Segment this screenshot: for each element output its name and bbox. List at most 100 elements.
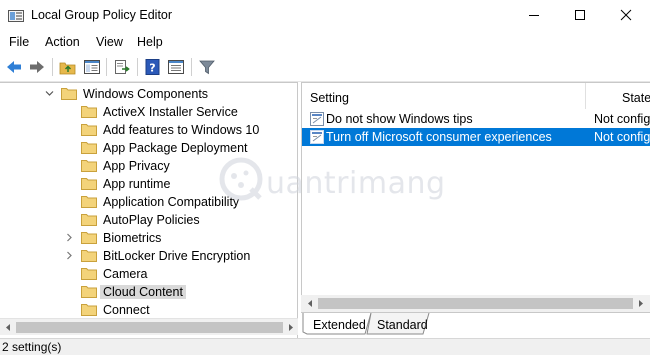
tree-item-windows-components[interactable]: Windows Components: [0, 85, 297, 103]
export-list-button[interactable]: [112, 57, 132, 77]
tree-item-label: Windows Components: [83, 87, 209, 101]
settings-horizontal-scrollbar[interactable]: [301, 295, 650, 312]
tree-item-activex-installer-service[interactable]: ActiveX Installer Service: [0, 103, 297, 121]
scroll-right-icon[interactable]: [637, 299, 645, 308]
maximize-icon: [575, 10, 585, 20]
up-one-level-button[interactable]: [58, 57, 78, 77]
setting-name: Turn off Microsoft consumer experiences: [326, 130, 552, 144]
folder-icon: [81, 124, 97, 136]
column-header-state[interactable]: State: [586, 83, 650, 109]
tree-item-connect[interactable]: Connect: [0, 301, 297, 319]
tree-item-bitlocker-drive-encryption[interactable]: BitLocker Drive Encryption: [0, 247, 297, 265]
help-icon: ?: [145, 59, 160, 75]
tab-label: Standard: [377, 318, 428, 332]
tree-item-add-features[interactable]: Add features to Windows 10: [0, 121, 297, 139]
chevron-right-icon[interactable]: [65, 251, 74, 260]
folder-icon: [81, 214, 97, 226]
filter-button[interactable]: [197, 57, 217, 77]
show-hide-tree-icon: [84, 60, 100, 74]
tree-horizontal-scrollbar[interactable]: [0, 318, 298, 335]
tree-item-label: BitLocker Drive Encryption: [103, 249, 251, 263]
tab-standard[interactable]: Standard: [367, 315, 428, 335]
group-policy-editor-window: Local Group Policy Editor File Action Vi…: [0, 0, 650, 355]
view-tabs: Extended Standard: [301, 312, 650, 338]
folder-icon: [81, 160, 97, 172]
export-list-icon: [115, 60, 130, 74]
menu-action[interactable]: Action: [45, 35, 80, 49]
tree-item-label: ActiveX Installer Service: [103, 105, 238, 119]
scroll-right-icon[interactable]: [287, 323, 295, 332]
tree-item-biometrics[interactable]: Biometrics: [0, 229, 297, 247]
toolbar-separator: [191, 58, 192, 76]
tree-item-label: Biometrics: [103, 231, 162, 245]
tree-item-cloud-content[interactable]: Cloud Content: [0, 283, 297, 301]
show-hide-console-tree-button[interactable]: [82, 57, 102, 77]
tree-item-label: App Privacy: [103, 159, 170, 173]
menu-help[interactable]: Help: [137, 35, 163, 49]
scrollbar-thumb[interactable]: [16, 322, 283, 333]
scrollbar-thumb[interactable]: [318, 298, 633, 309]
setting-row-do-not-show-windows-tips[interactable]: Do not show Windows tips Not configured: [302, 110, 650, 128]
back-arrow-icon: [7, 61, 21, 73]
scroll-left-icon[interactable]: [4, 323, 12, 332]
maximize-button[interactable]: [557, 0, 603, 30]
column-header-label: State: [622, 91, 650, 105]
tab-extended[interactable]: Extended: [303, 315, 369, 335]
tab-label: Extended: [313, 318, 366, 332]
folder-icon: [81, 304, 97, 316]
folder-icon: [81, 268, 97, 280]
tree-item-label: Camera: [103, 267, 148, 281]
folder-icon: [81, 232, 97, 244]
title-bar[interactable]: Local Group Policy Editor: [0, 0, 650, 31]
menu-view[interactable]: View: [96, 35, 123, 49]
properties-button[interactable]: [166, 57, 186, 77]
watermark-logo-icon: [219, 157, 263, 201]
setting-name: Do not show Windows tips: [326, 112, 473, 126]
help-button[interactable]: ?: [143, 57, 163, 77]
setting-state: Not configured: [594, 130, 650, 144]
watermark: uantrimang: [210, 150, 445, 210]
back-button[interactable]: [4, 57, 24, 77]
chevron-down-icon[interactable]: [45, 89, 54, 98]
menu-bar: File Action View Help: [0, 31, 650, 53]
tree-item-label: Cloud Content: [100, 285, 186, 299]
window-title: Local Group Policy Editor: [31, 8, 173, 22]
folder-icon: [81, 250, 97, 262]
forward-button[interactable]: [27, 57, 47, 77]
policy-setting-icon: [310, 112, 324, 126]
toolbar: ?: [0, 53, 650, 82]
properties-icon: [168, 60, 184, 74]
filter-icon: [199, 60, 215, 75]
folder-icon: [81, 142, 97, 154]
watermark-text: uantrimang: [266, 166, 446, 201]
tree-item-autoplay-policies[interactable]: AutoPlay Policies: [0, 211, 297, 229]
status-bar: 2 setting(s): [0, 338, 650, 355]
close-button[interactable]: [603, 0, 649, 30]
toolbar-separator: [137, 58, 138, 76]
scroll-left-icon[interactable]: [306, 299, 314, 308]
tree-item-label: AutoPlay Policies: [103, 213, 200, 227]
menu-file[interactable]: File: [9, 35, 29, 49]
column-header-label: Setting: [310, 91, 349, 105]
column-header-setting[interactable]: Setting: [302, 83, 585, 109]
folder-icon: [61, 88, 77, 100]
tree-item-label: App runtime: [103, 177, 171, 191]
folder-open-icon: [81, 286, 97, 298]
up-folder-icon: [59, 62, 76, 75]
folder-icon: [81, 106, 97, 118]
setting-row-turn-off-microsoft-consumer-experiences[interactable]: Turn off Microsoft consumer experiences …: [302, 128, 650, 146]
tree-item-label: Connect: [103, 303, 150, 317]
tree-item-camera[interactable]: Camera: [0, 265, 297, 283]
forward-arrow-icon: [30, 61, 44, 73]
console-tree-pane[interactable]: Windows Components ActiveX Installer Ser…: [0, 82, 298, 338]
tree-item-label: Add features to Windows 10: [103, 123, 260, 137]
svg-text:?: ?: [149, 62, 155, 75]
chevron-right-icon[interactable]: [65, 233, 74, 242]
minimize-icon: [529, 15, 539, 16]
minimize-button[interactable]: [511, 0, 557, 30]
group-policy-app-icon: [8, 8, 24, 23]
setting-state: Not configured: [594, 112, 650, 126]
toolbar-separator: [106, 58, 107, 76]
close-icon: [620, 9, 632, 21]
toolbar-separator: [52, 58, 53, 76]
